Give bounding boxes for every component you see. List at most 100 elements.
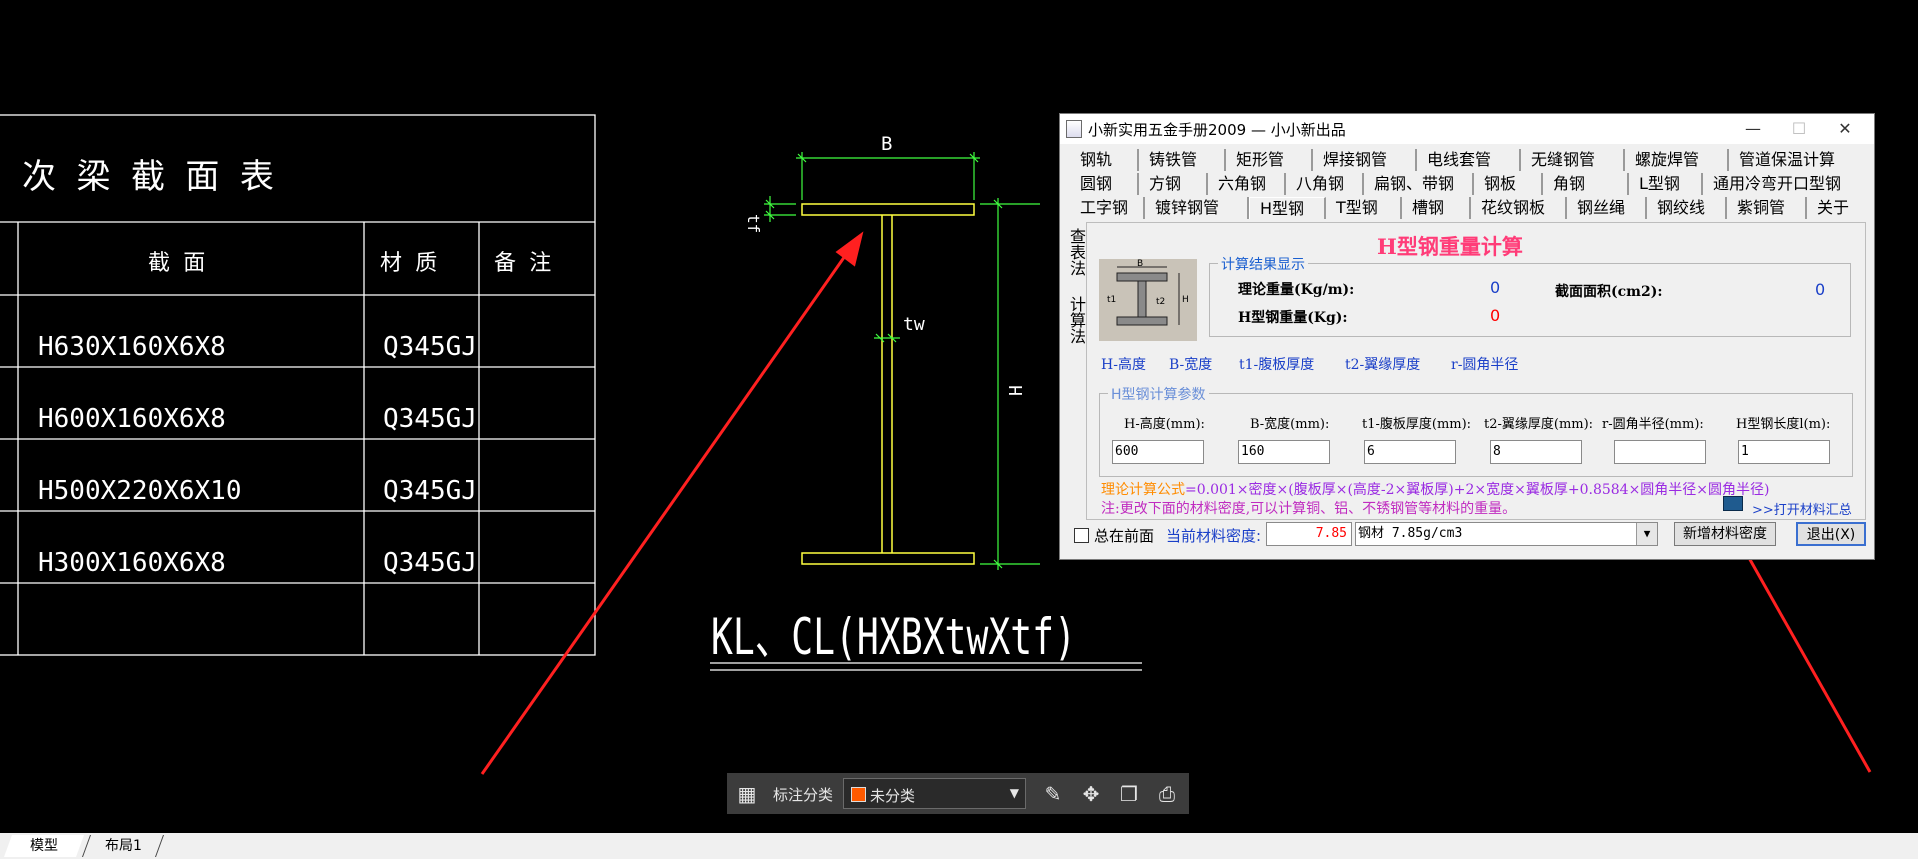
copy-icon[interactable]: ❐ [1117, 782, 1141, 806]
tab-h-beam[interactable]: H型钢 [1249, 197, 1326, 219]
density-input[interactable]: 7.85 [1266, 522, 1352, 546]
section-notation: KL、CL(HXBXtwXtf) [711, 608, 1076, 666]
tab-checker-plate[interactable]: 花纹钢板 [1471, 197, 1567, 219]
tab-steel-plate[interactable]: 钢板 [1474, 173, 1543, 195]
dim-b-label: B [881, 133, 892, 155]
param-r-input[interactable] [1614, 440, 1706, 464]
tab-strand[interactable]: 钢绞线 [1647, 197, 1727, 219]
density-label: 当前材料密度: [1166, 527, 1262, 545]
param-t2-input[interactable]: 8 [1490, 440, 1582, 464]
legend-h: H-高度 [1101, 357, 1146, 373]
tab-wire-rope[interactable]: 钢丝绳 [1567, 197, 1647, 219]
tab-copper-pipe[interactable]: 紫铜管 [1727, 197, 1807, 219]
tab-conduit[interactable]: 电线套管 [1417, 149, 1521, 171]
tab-l-section[interactable]: L型钢 [1629, 173, 1703, 195]
tab-rect-tube[interactable]: 矩形管 [1226, 149, 1313, 171]
open-summary-link[interactable]: >>打开材料汇总 [1752, 499, 1852, 518]
header-note: 备 注 [494, 251, 551, 276]
tab-t-beam[interactable]: T型钢 [1326, 197, 1402, 219]
tab-welded-pipe[interactable]: 焊接钢管 [1313, 149, 1417, 171]
row-section: H630X160X6X8 [38, 332, 226, 362]
param-b-input[interactable]: 160 [1238, 440, 1330, 464]
material-select[interactable]: 钢材 7.85g/cm3 ▼ [1355, 522, 1658, 546]
annotation-toolbar: ▦ 标注分类 未分类 ▼ ✎ ✥ ❐ ⎙ [727, 773, 1189, 814]
row-material: Q345GJ [383, 548, 477, 578]
header-material: 材 质 [380, 251, 437, 276]
category-color-swatch [851, 787, 866, 802]
param-t2-label: t2-翼缘厚度(mm): [1484, 417, 1594, 432]
summary-icon[interactable] [1723, 496, 1743, 511]
theory-weight-value: 0 [1490, 278, 1501, 297]
tab-layout1-label: 布局1 [104, 838, 142, 854]
tab-cast-iron-pipe[interactable]: 铸铁管 [1139, 149, 1226, 171]
tab-round-bar[interactable]: 圆钢 [1070, 173, 1139, 195]
tab-cold-formed[interactable]: 通用冷弯开口型钢 [1703, 173, 1851, 195]
tab-flat-steel[interactable]: 扁钢、带钢 [1364, 173, 1474, 195]
param-t1-input[interactable]: 6 [1364, 440, 1456, 464]
tab-oct-bar[interactable]: 八角钢 [1286, 173, 1364, 195]
svg-text:t2: t2 [1156, 297, 1165, 307]
param-length-label: H型钢长度l(m): [1736, 417, 1831, 432]
tab-angle-steel[interactable]: 角钢 [1543, 173, 1629, 195]
svg-text:B: B [1137, 259, 1143, 269]
tab-i-beam[interactable]: 工字钢 [1070, 197, 1145, 219]
move-icon[interactable]: ✥ [1079, 782, 1103, 806]
svg-text:t1: t1 [1107, 295, 1116, 305]
chevron-down-icon[interactable]: ▼ [1010, 786, 1019, 800]
result-group-legend: 计算结果显示 [1218, 254, 1308, 274]
dim-tf-label: tf [744, 214, 763, 233]
always-on-top-checkbox[interactable] [1074, 528, 1089, 543]
tab-seamless-pipe[interactable]: 无缝钢管 [1521, 149, 1625, 171]
tab-insulation-calc[interactable]: 管道保温计算 [1729, 149, 1845, 171]
legend-b: B-宽度 [1169, 357, 1213, 373]
tab-channel[interactable]: 槽钢 [1402, 197, 1471, 219]
h-beam-diagram-icon: B H t1 t2 [1099, 259, 1197, 341]
row-material: Q345GJ [383, 476, 477, 506]
side-tab-lookup[interactable]: 查表法 [1064, 228, 1088, 276]
tab-galvanized-pipe[interactable]: 镀锌钢管 [1145, 197, 1249, 219]
legend-r: r-圆角半径 [1451, 357, 1519, 373]
minimize-icon[interactable]: — [1730, 114, 1776, 144]
param-length-input[interactable]: 1 [1738, 440, 1830, 464]
chevron-down-icon[interactable]: ▼ [1636, 523, 1657, 545]
theory-weight-label: 理论重量(Kg/m): [1238, 282, 1355, 298]
param-h-input[interactable]: 600 [1112, 440, 1204, 464]
category-dropdown[interactable]: 未分类 ▼ [843, 778, 1026, 809]
tab-square-bar[interactable]: 方钢 [1139, 173, 1208, 195]
tab-spiral-pipe[interactable]: 螺旋焊管 [1625, 149, 1729, 171]
paste-icon[interactable]: ⎙ [1155, 782, 1179, 806]
legend-t1: t1-腹板厚度 [1239, 357, 1315, 373]
dialog-titlebar[interactable]: 小新实用五金手册2009 — 小小新出品 — ☐ ✕ [1060, 114, 1874, 144]
param-t1-label: t1-腹板厚度(mm): [1362, 417, 1472, 432]
tab-about[interactable]: 关于 [1807, 197, 1859, 219]
close-icon[interactable]: ✕ [1822, 114, 1868, 144]
dim-h-label: H [1006, 385, 1027, 396]
tab-layout1[interactable]: 布局1 [81, 835, 165, 857]
formula-line: 理论计算公式=0.001×密度×(腹板厚×(高度-2×翼板厚)+2×宽度×翼板厚… [1101, 479, 1770, 499]
section-area-label: 截面面积(cm2): [1555, 284, 1663, 300]
tab-model[interactable]: 模型 [3, 835, 85, 857]
tab-row-3: 工字钢 镀锌钢管 H型钢 T型钢 槽钢 花纹钢板 钢丝绳 钢绞线 紫铜管 关于 [1070, 197, 1859, 219]
formula-prefix: 理论计算公式 [1101, 482, 1185, 498]
tab-row-2: 圆钢 方钢 六角钢 八角钢 扁钢、带钢 钢板 角钢 L型钢 通用冷弯开口型钢 [1070, 173, 1851, 195]
maximize-icon[interactable]: ☐ [1776, 114, 1822, 144]
hardware-handbook-dialog: 小新实用五金手册2009 — 小小新出品 — ☐ ✕ 钢轨 铸铁管 矩形管 焊接… [1059, 113, 1875, 560]
h-beam-calc-panel: H型钢重量计算 B H t1 t2 计算结果显示 理论重量(Kg/m): 0 截… [1086, 222, 1866, 520]
row-section: H500X220X6X10 [38, 476, 242, 506]
tab-rail[interactable]: 钢轨 [1070, 149, 1139, 171]
h-beam-section [801, 203, 975, 565]
exit-button[interactable]: 退出(X) [1796, 522, 1866, 546]
param-group-legend: H型钢计算参数 [1108, 384, 1209, 404]
row-section: H600X160X6X8 [38, 404, 226, 434]
row-material: Q345GJ [383, 404, 477, 434]
edit-icon[interactable]: ✎ [1041, 782, 1065, 806]
svg-text:H: H [1182, 295, 1189, 305]
side-tab-calc[interactable]: 计算法 [1064, 296, 1088, 344]
add-density-button[interactable]: 新增材料密度 [1674, 522, 1776, 546]
result-group: 计算结果显示 理论重量(Kg/m): 0 截面面积(cm2): 0 H型钢重量(… [1209, 254, 1851, 337]
grid-apps-icon[interactable]: ▦ [735, 782, 759, 806]
param-r-label: r-圆角半径(mm): [1602, 417, 1704, 432]
tab-model-label: 模型 [30, 838, 58, 854]
section-area-value: 0 [1815, 280, 1826, 299]
tab-hex-bar[interactable]: 六角钢 [1208, 173, 1286, 195]
